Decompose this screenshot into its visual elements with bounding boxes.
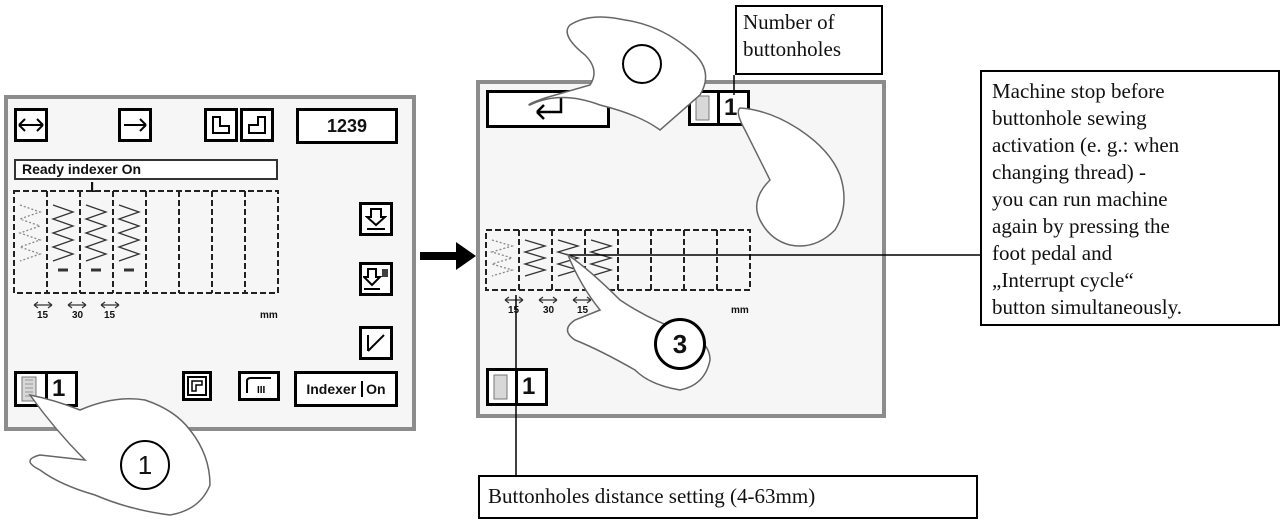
buttonhole-count-top-button[interactable]: 1 — [688, 90, 750, 126]
presser-foot-down-button[interactable] — [359, 202, 393, 236]
indexer-toggle-button[interactable]: Indexer On — [294, 371, 398, 407]
diagonal-cut-icon — [367, 334, 385, 352]
enter-button[interactable] — [486, 90, 610, 128]
right-distance-label-3: 15 — [577, 305, 589, 316]
callout-line: buttonhole sewing — [992, 106, 1147, 130]
right-unit-label: mm — [731, 305, 749, 316]
step-1-badge: 1 — [120, 440, 170, 490]
step-1-label: 1 — [137, 449, 153, 480]
step-3-label: 3 — [672, 328, 688, 359]
position-marker: L — [90, 179, 100, 196]
counter-display[interactable]: 1239 — [296, 108, 398, 144]
callout-line: activation (e. g.: when — [992, 133, 1180, 157]
left-screen: 1239 Ready indexer On L 1 III Indexer On — [4, 95, 416, 431]
machine-button[interactable] — [182, 371, 212, 401]
status-text: Ready indexer On — [22, 161, 142, 177]
callout-line: foot pedal and — [992, 241, 1113, 265]
callout-line: button simultaneously. — [992, 295, 1182, 319]
bidirectional-arrow-button[interactable] — [14, 108, 48, 142]
counter-value: 1239 — [326, 115, 368, 136]
clamp-right-button[interactable] — [240, 108, 274, 142]
callout-line: „Interrupt cycle“ — [992, 268, 1134, 292]
callout-line: Machine stop before — [992, 79, 1165, 103]
thread-button[interactable]: III — [238, 371, 280, 401]
buttonhole-icon — [21, 376, 37, 402]
number-of-buttonholes-callout: Number of buttonholes — [735, 5, 883, 75]
callout-line: you can run machine — [992, 187, 1168, 211]
stair-shape-icon — [248, 116, 266, 134]
foot-down-multi-icon — [363, 268, 388, 290]
step-shape-icon — [212, 116, 230, 134]
right-distance-label-2: 30 — [543, 305, 555, 316]
presser-foot-multi-button[interactable] — [359, 262, 393, 296]
step-3-badge: 3 — [654, 318, 706, 370]
buttonhole-icon — [695, 95, 710, 121]
return-arrow-icon — [536, 98, 563, 120]
callout-line: Number of — [743, 10, 835, 34]
callout-line: again by pressing the — [992, 214, 1170, 238]
distance-setting-callout: Buttonholes distance setting (4-63mm) — [478, 475, 978, 519]
needle-thread-icon: III — [246, 377, 271, 396]
callout-line: Buttonholes distance setting (4-63mm) — [488, 484, 816, 508]
buttonhole-count-bottom-value: 1 — [522, 373, 536, 400]
right-distance-label-1: 15 — [508, 305, 520, 316]
forward-arrow-button[interactable] — [118, 108, 152, 142]
buttonhole-icon — [493, 374, 508, 400]
callout-line: buttonholes — [743, 37, 841, 61]
buttonhole-count-bottom-button[interactable]: 1 — [486, 368, 548, 406]
buttonhole-count-top-value: 1 — [724, 94, 738, 121]
transition-arrow-icon — [420, 242, 476, 270]
svg-text:III: III — [257, 385, 266, 396]
clamp-left-button[interactable] — [204, 108, 238, 142]
right-arrow-icon — [124, 118, 147, 132]
buttonhole-count-button[interactable]: 1 — [14, 371, 78, 407]
indexer-state: On — [366, 381, 386, 397]
buttonhole-count-value: 1 — [52, 375, 66, 402]
status-bar: Ready indexer On — [14, 159, 278, 180]
left-right-arrow-icon — [18, 118, 44, 132]
callout-line: changing thread) - — [992, 160, 1146, 184]
machine-stop-callout: Machine stop before buttonhole sewing ac… — [980, 70, 1280, 326]
cut-button[interactable] — [359, 326, 393, 360]
left-distance-label-1: 15 — [37, 310, 49, 321]
left-distance-label-3: 15 — [104, 310, 116, 321]
sewing-machine-icon — [187, 376, 207, 396]
foot-down-icon — [365, 208, 387, 230]
left-distance-label-2: 30 — [72, 310, 84, 321]
left-unit-label: mm — [260, 310, 278, 321]
indexer-label: Indexer — [306, 381, 357, 397]
